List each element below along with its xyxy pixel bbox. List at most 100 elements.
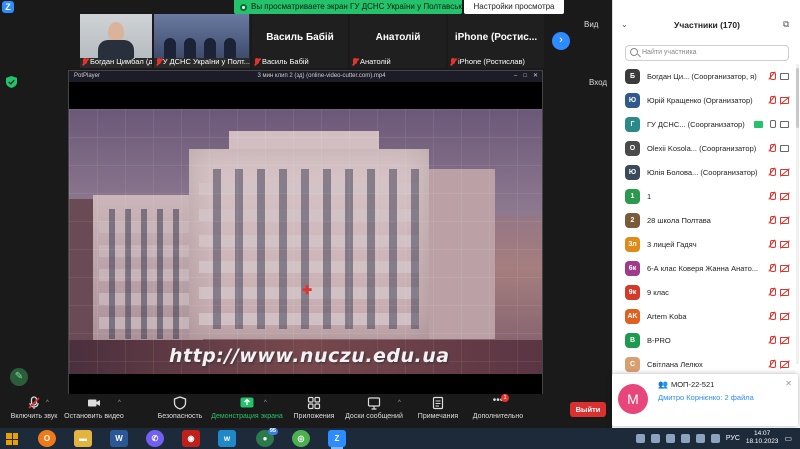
participant-avatar: 2 <box>625 212 640 228</box>
thumbnail-big-name: Василь Бабій <box>266 32 334 43</box>
participant-status-icons <box>768 360 789 368</box>
share-screen-icon <box>240 397 254 408</box>
security-shield-icon <box>6 76 17 88</box>
file-explorer-icon[interactable]: ▬ <box>74 430 92 447</box>
screen-share-banner[interactable]: Вы просматриваете экран ГУ ДСНС України … <box>234 0 462 14</box>
audio-options-caret[interactable]: ^ <box>46 400 49 406</box>
participant-row[interactable]: Ю Юрій Кращенко (Организатор) <box>613 88 800 112</box>
webex-icon[interactable]: w <box>218 430 236 447</box>
participant-row[interactable]: 11 <box>613 184 800 208</box>
thumbnail-name: Василь Бабій <box>254 57 309 66</box>
mic-muted-icon <box>768 336 776 344</box>
notes-icon <box>432 396 444 410</box>
participant-row[interactable]: O Olexii Kosola... (Соорганизатор) <box>613 136 800 160</box>
thumbnail-participant[interactable]: Василь Бабій Василь Бабій <box>252 14 348 68</box>
player-file-name: 3 мин клип 2 (зд) (online-video-cutter.c… <box>257 73 386 79</box>
player-app-name: PotPlayer <box>74 73 101 79</box>
tray-icon[interactable] <box>650 433 660 443</box>
zoom-taskbar-icon[interactable]: Z <box>328 430 346 449</box>
participant-avatar: O <box>625 140 640 156</box>
participant-row[interactable]: 6к 6-А клас Коверя Жанна Анато... <box>613 256 800 280</box>
thumbnail-participant[interactable]: Богдан Цимбал (доц... <box>80 14 152 68</box>
stop-video-button[interactable]: Остановить видео <box>62 396 126 420</box>
participant-row[interactable]: 9к 9 клас <box>613 280 800 304</box>
thumbnail-name: Богдан Цимбал (доц... <box>82 57 152 66</box>
search-icon <box>630 48 638 56</box>
tray-icon[interactable] <box>680 433 690 443</box>
apps-icon <box>307 396 321 410</box>
participant-avatar: Б <box>625 68 640 84</box>
maximize-icon[interactable]: □ <box>523 71 527 82</box>
thumbnail-participant[interactable]: iPhone (Ростис... iPhone (Ростислав) <box>448 14 544 68</box>
leave-meeting-button[interactable]: Выйти <box>570 402 606 417</box>
participant-status-icons <box>752 120 789 128</box>
thumbnail-big-name: iPhone (Ростис... <box>454 32 538 43</box>
taskbar-app-icon[interactable]: 95 ● <box>256 428 278 447</box>
meeting-toolbar: Включить звук ^ Остановить видео ^ Безоп… <box>0 394 612 428</box>
security-button[interactable]: Безопасность <box>156 396 204 420</box>
participant-search-input[interactable]: Найти участника <box>625 45 789 61</box>
participant-row[interactable]: AK Artem Koba <box>613 304 800 328</box>
opera-browser-icon[interactable]: O <box>38 430 56 447</box>
participant-name: 1 <box>647 191 652 201</box>
mic-muted-icon <box>768 144 776 152</box>
language-indicator[interactable]: РУС <box>726 435 740 442</box>
participant-row[interactable]: Б Богдан Ци... (Соорганизатор, я) <box>613 64 800 88</box>
participant-row[interactable]: 3л 3 лицей Гадяч <box>613 232 800 256</box>
participants-panel: ⌄ Участники (170) ⧉ Найти участника Б Бог… <box>612 0 800 428</box>
share-options-caret[interactable]: ^ <box>264 400 267 406</box>
participant-row[interactable]: B B-PRO <box>613 328 800 352</box>
participant-row[interactable]: 2 28 школа Полтава <box>613 208 800 232</box>
notes-button[interactable]: Примечания <box>414 396 462 420</box>
notifications-icon[interactable]: ▭ <box>784 434 792 443</box>
zoom-meeting-window: Z Вы просматриваете экран ГУ ДСНС Україн… <box>0 0 800 449</box>
volume-icon[interactable] <box>710 433 720 443</box>
participant-name: Світлана Лелюх <box>647 359 703 369</box>
participant-name: 28 школа Полтава <box>647 215 711 225</box>
thumbnail-participant[interactable]: Анатолій Анатолій <box>350 14 446 68</box>
participant-status-icons <box>768 72 789 80</box>
camera-icon <box>780 72 789 80</box>
wifi-icon[interactable] <box>695 433 705 443</box>
popout-icon[interactable]: ⧉ <box>783 19 789 30</box>
apps-button[interactable]: Приложения <box>290 396 338 420</box>
unmute-button[interactable]: Включить звук <box>4 396 64 420</box>
word-icon[interactable]: W <box>110 430 128 447</box>
whiteboard-options-caret[interactable]: ^ <box>398 400 401 406</box>
participants-title: Участники (170) <box>674 20 740 30</box>
close-icon[interactable]: ✕ <box>785 379 792 388</box>
whiteboards-button[interactable]: Доски сообщений <box>342 396 406 420</box>
tray-icon[interactable] <box>635 433 645 443</box>
participant-status-icons <box>768 192 789 200</box>
share-screen-button[interactable]: Демонстрация экрана <box>210 396 284 420</box>
close-icon[interactable]: ✕ <box>533 71 538 82</box>
video-options-caret[interactable]: ^ <box>118 400 121 406</box>
mic-muted-icon <box>28 396 40 409</box>
chrome-icon[interactable]: ◎ <box>292 430 310 447</box>
annotate-pencil-icon[interactable]: ✎ <box>10 368 28 386</box>
participant-status-icons <box>768 240 789 248</box>
participant-row[interactable]: С Світлана Лелюх <box>613 352 800 376</box>
media-app-icon[interactable]: ◉ <box>182 430 200 447</box>
chat-notification[interactable]: M 👥 МОП-22-521 Дмитро Корнієнко: 2 файла… <box>612 374 798 426</box>
system-tray: РУС 14:07 18.10.2023 ▭ <box>635 430 792 446</box>
windows-start-icon[interactable] <box>6 433 18 445</box>
view-settings-button[interactable]: Настройки просмотра <box>464 0 564 14</box>
sharing-badge-icon <box>754 120 763 128</box>
shield-icon <box>173 396 187 410</box>
viber-icon[interactable]: ✆ <box>146 430 164 447</box>
camera-off-icon <box>780 192 789 200</box>
tray-icon[interactable] <box>665 433 675 443</box>
system-clock[interactable]: 14:07 18.10.2023 <box>746 430 779 446</box>
share-banner-text: Вы просматриваете экран ГУ ДСНС України … <box>251 2 462 11</box>
view-button[interactable]: Вид <box>584 20 598 29</box>
participant-scrollbar-thumb[interactable] <box>796 68 799 128</box>
next-page-button[interactable]: › <box>552 32 570 50</box>
more-button[interactable]: ••• 1 Дополнительно <box>468 394 528 420</box>
enter-label[interactable]: Вход <box>589 78 607 87</box>
participant-status-icons <box>768 96 789 104</box>
participant-row[interactable]: Г ГУ ДСНС... (Соорганизатор) <box>613 112 800 136</box>
thumbnail-participant[interactable]: ГУ ДСНС України у Полт... <box>154 14 250 68</box>
participant-row[interactable]: Ю Юлія Болова... (Соорганизатор) <box>613 160 800 184</box>
minimize-icon[interactable]: – <box>514 71 517 82</box>
